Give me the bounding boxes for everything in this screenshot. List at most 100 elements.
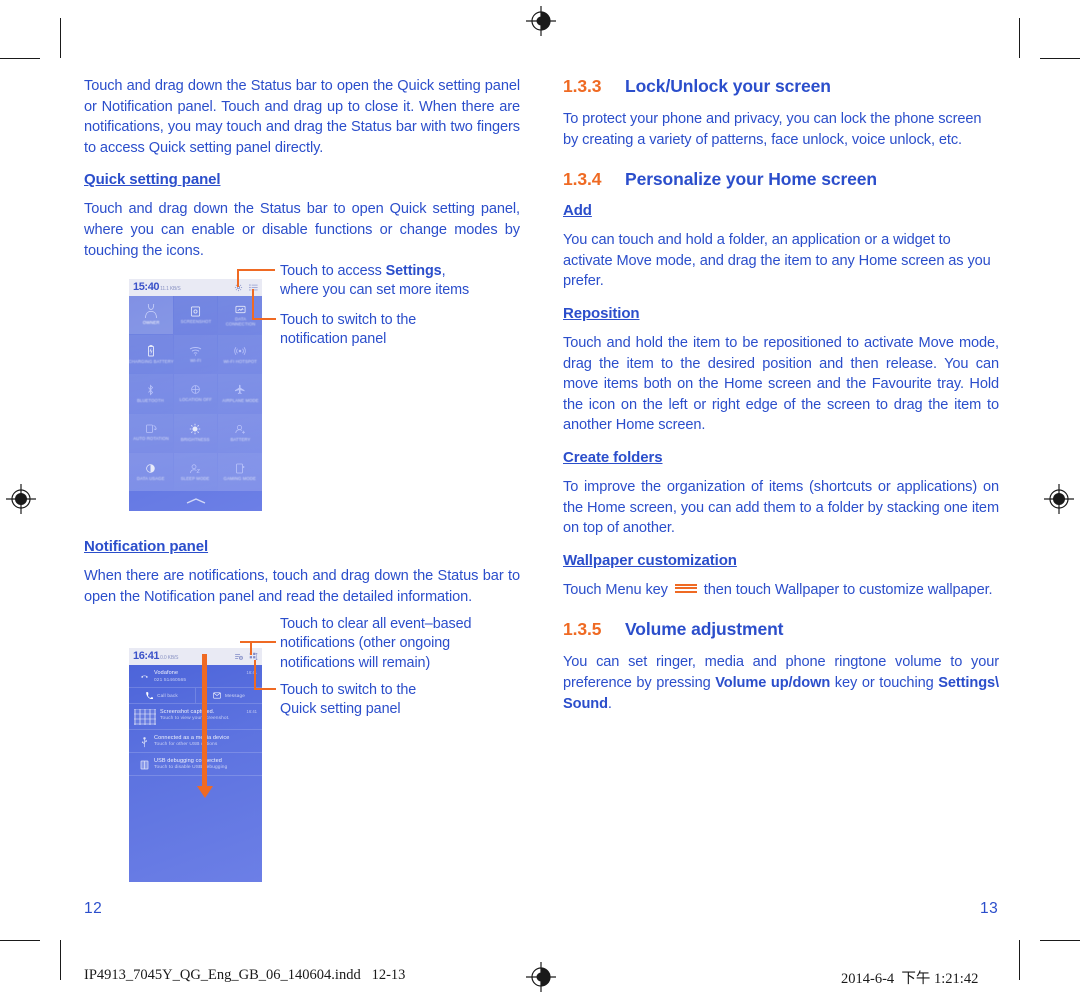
page-number-right: 13 xyxy=(980,900,999,917)
qs-tile-sleep-mode[interactable]: SLEEP MODE xyxy=(173,452,218,491)
sleep-mode-icon xyxy=(190,464,201,473)
drag-down-arrow-shaft xyxy=(202,654,207,788)
battery-saver-icon xyxy=(235,424,246,434)
message-label: Message xyxy=(224,692,246,698)
missed-call-icon xyxy=(140,675,148,678)
battery-icon xyxy=(147,344,154,357)
crop-mark-bottom-left-horizontal xyxy=(0,940,40,941)
notification-subtitle: Touch for other USB options xyxy=(154,741,218,747)
section-heading-1-3-3: 1.3.3 Lock/Unlock your screen xyxy=(563,76,999,97)
qs-tile-brightness[interactable]: BRIGHTNESS xyxy=(173,413,218,452)
qs-tile-owner[interactable]: OWNER xyxy=(129,296,173,335)
wallpaper-text-post: then touch Wallpaper to customize wallpa… xyxy=(699,581,993,598)
registration-mark-top xyxy=(526,6,556,36)
leader-line-clear-all-horizontal xyxy=(240,641,276,643)
registration-mark-bottom xyxy=(526,962,556,992)
notification-item[interactable]: Screenshot captured. Touch to view your … xyxy=(129,704,262,730)
leader-line-settings-horizontal xyxy=(237,269,275,271)
crop-mark-top-left-horizontal xyxy=(0,58,40,59)
lock-unlock-paragraph: To protect your phone and privacy, you c… xyxy=(563,111,982,148)
qs-tile-gaming-mode[interactable]: GAMING MODE xyxy=(218,452,262,491)
qs-tile-airplane-mode[interactable]: AIRPLANE MODE xyxy=(218,374,262,413)
notification-item[interactable]: USB debugging connected Touch to disable… xyxy=(129,753,262,776)
callout-settings: Touch to access Settings, where you can … xyxy=(280,262,520,301)
qs-tile-bluetooth[interactable]: BLUETOOTH xyxy=(129,374,173,413)
qs-tile-location-off[interactable]: LOCATION OFF xyxy=(173,374,218,413)
qs-tile-label: BATTERY xyxy=(230,437,251,443)
call-back-action[interactable]: Call back xyxy=(129,688,195,703)
message-icon xyxy=(213,692,221,699)
section-heading-1-3-4: 1.3.4 Personalize your Home screen xyxy=(563,169,999,190)
qs-tile-wifi-hotspot[interactable]: WI-FI HOTSPOT xyxy=(218,335,262,374)
qs-tile-data-connection[interactable]: DATA CONNECTION xyxy=(218,296,262,335)
rotation-icon xyxy=(145,425,157,434)
notification-item[interactable]: Connected as a media device Touch for ot… xyxy=(129,730,262,753)
wallpaper-paragraph: Touch Menu key then touch Wallpaper to c… xyxy=(563,580,999,601)
footer-timestamp: 2014-6-4 下午 1:21:42 xyxy=(841,971,979,987)
qs-tile-label: SLEEP MODE xyxy=(181,476,210,482)
phone-icon xyxy=(146,691,154,699)
qs-tile-label: CHARGING BATTERY xyxy=(129,359,174,364)
panel-close-handle[interactable] xyxy=(129,491,262,510)
notification-actions: Call back Message xyxy=(129,687,262,704)
reposition-paragraph: Touch and hold the item to be reposition… xyxy=(563,334,999,434)
status-bar-datarate: 0.0 KB/S xyxy=(160,655,179,661)
callout-settings-pre: Touch to access xyxy=(280,263,386,279)
hotspot-icon xyxy=(234,346,246,355)
notification-subtitle: Touch to disable USB debugging xyxy=(154,764,228,770)
notification-item[interactable]: Vodafone 021 51460565 16:41 xyxy=(129,665,262,688)
reposition-heading: Reposition xyxy=(563,304,640,322)
notification-time: 16:41 xyxy=(246,708,257,714)
volume-adjustment-paragraph: You can set ringer, media and phone ring… xyxy=(563,652,999,714)
crop-mark-bottom-right-horizontal xyxy=(1040,940,1080,941)
notification-panel-heading: Notification panel xyxy=(84,538,209,555)
create-folders-heading: Create folders xyxy=(563,448,663,466)
callout-settings-bold: Settings xyxy=(385,263,442,279)
clear-all-notifications-icon[interactable] xyxy=(234,652,243,661)
location-icon xyxy=(191,385,200,395)
qs-tile-battery-saver[interactable]: BATTERY xyxy=(218,413,262,452)
user-icon xyxy=(144,304,157,319)
data-usage-icon xyxy=(146,463,156,473)
notification-panel-figure: 16:41 0.0 KB/S Vodafone 021 51460565 16:… xyxy=(129,648,262,882)
phone-screenshot-notification-panel: 16:41 0.0 KB/S Vodafone 021 51460565 16:… xyxy=(129,648,262,882)
add-heading: Add xyxy=(563,202,592,220)
call-back-label: Call back xyxy=(157,692,178,698)
qs-tile-charging-battery[interactable]: CHARGING BATTERY xyxy=(129,335,174,374)
status-bar-datarate: 11.1 KB/S xyxy=(160,286,181,292)
quick-setting-panel-paragraph: Touch and drag down the Status bar to op… xyxy=(84,201,520,259)
drag-down-arrow-head xyxy=(196,786,213,798)
volume-text-mid: key or touching xyxy=(830,674,939,691)
status-bar-time: 16:41 xyxy=(133,650,160,662)
crop-mark-bottom-left-vertical xyxy=(60,940,61,980)
gaming-mode-icon xyxy=(236,463,245,474)
callout-switch-notification: Touch to switch to the notification pane… xyxy=(280,312,417,348)
qs-tile-data-usage[interactable]: DATA USAGE xyxy=(129,452,173,491)
section-title: Volume adjustment xyxy=(625,619,784,640)
add-paragraph: You can touch and hold a folder, an appl… xyxy=(563,232,991,290)
notification-panel-text-block: Notification panel When there are notifi… xyxy=(84,538,520,620)
notification-panel-paragraph: When there are notifications, touch and … xyxy=(84,568,520,605)
section-number: 1.3.3 xyxy=(563,76,602,96)
qs-tile-auto-rotation[interactable]: AUTO ROTATION xyxy=(129,413,173,452)
leader-line-quick-setting-horizontal xyxy=(254,688,276,690)
qs-tile-wifi[interactable]: WI-FI xyxy=(173,335,218,374)
registration-mark-right xyxy=(1044,484,1074,514)
page-number-left: 12 xyxy=(84,900,103,917)
qs-tile-label: WI-FI HOTSPOT xyxy=(223,359,257,364)
crop-mark-bottom-right-vertical xyxy=(1019,940,1020,980)
volume-text-tail: . xyxy=(607,695,612,712)
leader-line-notification-vertical xyxy=(252,289,254,320)
qs-tile-label: WI-FI xyxy=(190,358,201,363)
quick-setting-panel-heading: Quick setting panel xyxy=(84,171,221,189)
registration-mark-left xyxy=(6,484,36,514)
left-page-text-column: Touch and drag down the Status bar to op… xyxy=(84,76,520,274)
section-heading-1-3-5: 1.3.5 Volume adjustment xyxy=(563,619,999,640)
debug-icon xyxy=(140,760,148,770)
leader-line-clear-all-vertical xyxy=(250,641,252,655)
qs-tile-label: SCREENSHOT xyxy=(180,319,211,325)
crop-mark-top-left-vertical xyxy=(60,18,61,58)
qs-tile-screenshot[interactable]: SCREENSHOT xyxy=(173,296,218,335)
screenshot-thumbnail xyxy=(134,708,156,725)
qs-tile-label: DATA USAGE xyxy=(137,476,165,482)
